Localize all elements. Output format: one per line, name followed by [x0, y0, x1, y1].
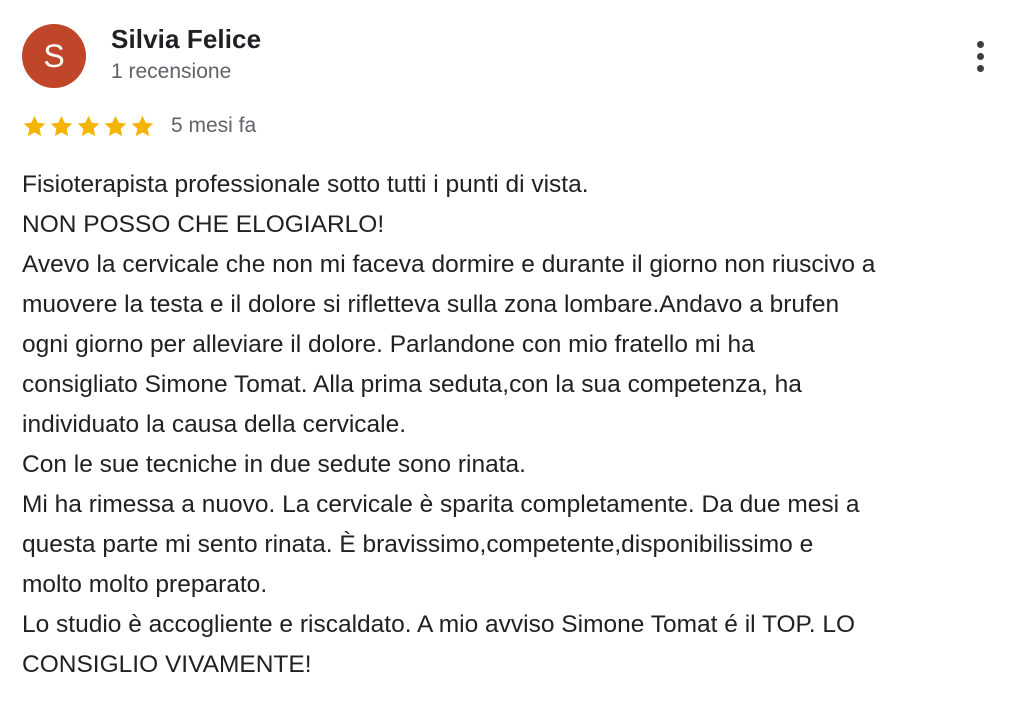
- three-dots-vertical-icon: [976, 52, 984, 60]
- review-text-line: Mi ha rimessa a nuovo. La cervicale è sp…: [22, 491, 860, 518]
- review-text-line: ogni giorno per alleviare il dolore. Par…: [22, 331, 755, 358]
- three-dots-vertical-icon: [976, 64, 984, 72]
- avatar-initial: S: [43, 38, 65, 74]
- review-text-line: questa parte mi sento rinata. È bravissi…: [22, 531, 814, 558]
- three-dots-vertical-icon: [976, 40, 984, 48]
- review-text-line: molto molto preparato.: [22, 571, 268, 598]
- author-name[interactable]: Silvia Felice: [111, 24, 261, 55]
- review-text-line: CONSIGLIO VIVAMENTE!: [22, 651, 312, 678]
- star-icon: [23, 115, 46, 136]
- star-icon: [50, 115, 73, 136]
- review-text-line: Lo studio è accogliente e riscaldato. A …: [22, 611, 856, 638]
- avatar[interactable]: S: [22, 24, 86, 88]
- review-text-line: Fisioterapista professionale sotto tutti…: [22, 171, 589, 198]
- review-text-line: NON POSSO CHE ELOGIARLO!: [22, 211, 385, 238]
- review-text: Fisioterapista professionale sotto tutti…: [22, 165, 1017, 685]
- review-text-line: consigliato Simone Tomat. Alla prima sed…: [22, 371, 802, 398]
- more-options-button[interactable]: [960, 34, 1000, 78]
- review-date: 5 mesi fa: [171, 114, 257, 137]
- rating-row: 5 mesi fa: [22, 110, 256, 142]
- author-reviews-count: 1 recensione: [111, 60, 232, 83]
- review-text-line: Con le sue tecniche in due sedute sono r…: [22, 451, 526, 478]
- star-icon: [131, 115, 154, 136]
- star-icon: [104, 115, 127, 136]
- review-text-line: individuato la causa della cervicale.: [22, 411, 407, 438]
- star-rating: [22, 114, 155, 139]
- review-text-line: Avevo la cervicale che non mi faceva dor…: [22, 251, 876, 278]
- review-text-line: muovere la testa e il dolore si riflette…: [22, 291, 840, 318]
- star-icon: [77, 115, 100, 136]
- review-card: S Silvia Felice 1 recensione 5 mesi fa F…: [0, 0, 1028, 704]
